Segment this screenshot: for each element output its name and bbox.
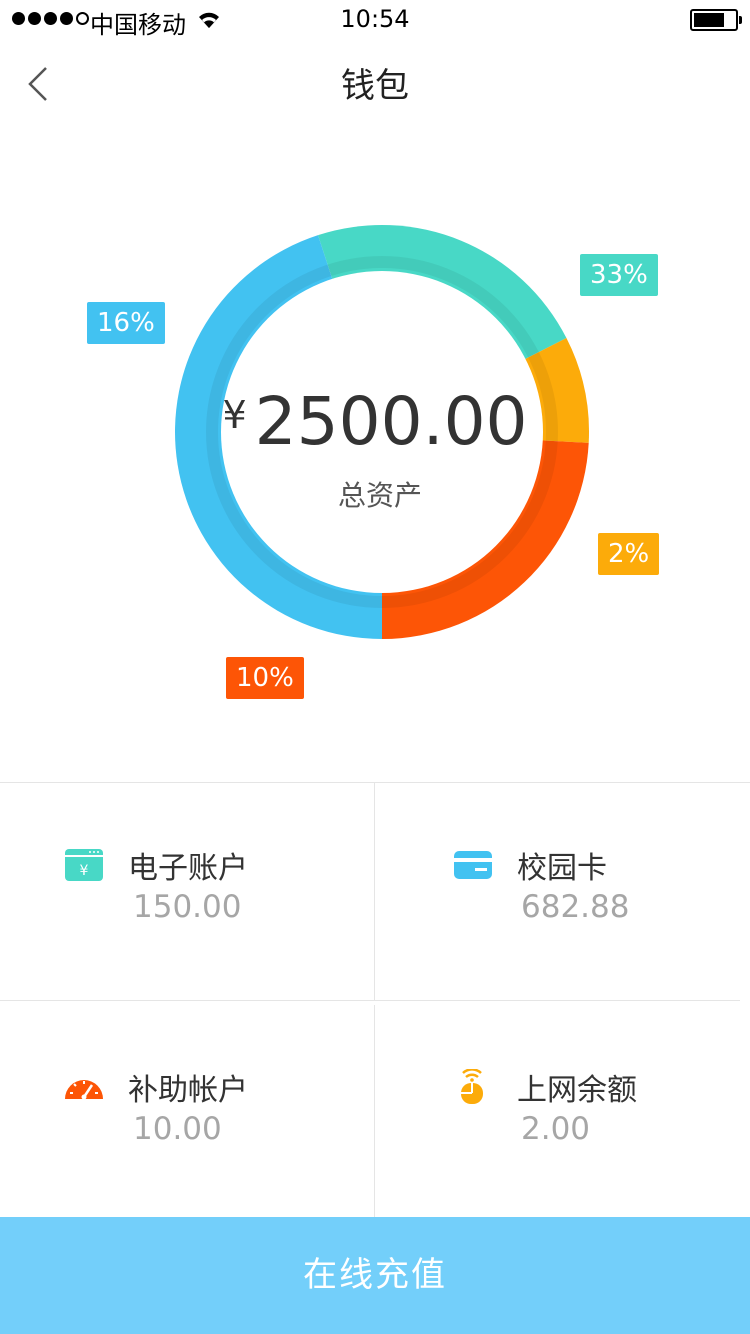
battery-icon — [690, 9, 742, 31]
asset-donut: ¥2500.00 总资产 33% 2% 10% 16% — [0, 128, 750, 782]
account-value: 682.88 — [521, 889, 630, 925]
segment-label-subsidy: 10% — [226, 657, 304, 699]
account-title: 补助帐户 — [128, 1073, 248, 1108]
status-time: 10:54 — [340, 5, 410, 33]
segment-label-electronic: 33% — [580, 254, 658, 296]
speedometer-icon — [65, 1080, 103, 1100]
total-label: 总资产 — [337, 479, 422, 512]
segment-label-internet: 2% — [598, 533, 660, 575]
account-value: 10.00 — [133, 1111, 222, 1147]
segment-label-campus-card: 16% — [87, 302, 165, 344]
recharge-button[interactable]: 在线充值 — [0, 1217, 750, 1334]
svg-text:¥: ¥ — [80, 863, 89, 879]
account-value: 150.00 — [133, 889, 242, 925]
account-title: 电子账户 — [128, 851, 248, 886]
mouse-wifi-icon — [461, 1069, 483, 1104]
status-bar: 中国移动 10:54 — [0, 0, 750, 40]
account-title: 上网余额 — [517, 1073, 637, 1108]
account-electronic[interactable]: ¥ 电子账户 150.00 — [0, 783, 375, 1001]
account-title: 校园卡 — [517, 851, 607, 886]
page-title: 钱包 — [341, 66, 409, 106]
wallet-yen-icon: ¥ — [65, 849, 103, 881]
account-grid: ¥ 电子账户 150.00 校园卡 682.88 补助帐户 10.00 上网余额… — [0, 782, 750, 1223]
nav-bar: 钱包 — [0, 40, 750, 128]
card-icon — [454, 851, 492, 879]
account-subsidy[interactable]: 补助帐户 10.00 — [0, 1005, 375, 1223]
account-campus-card[interactable]: 校园卡 682.88 — [365, 783, 740, 1001]
account-internet[interactable]: 上网余额 2.00 — [365, 1005, 740, 1223]
donut-chart — [175, 225, 589, 640]
account-value: 2.00 — [521, 1111, 591, 1147]
